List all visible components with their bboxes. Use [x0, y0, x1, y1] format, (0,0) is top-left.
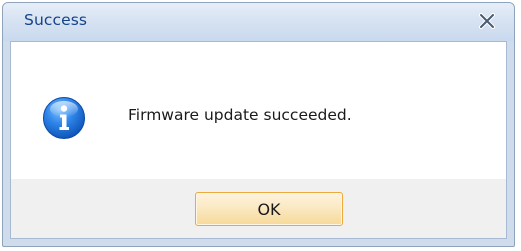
dialog-title: Success	[24, 11, 88, 29]
close-button[interactable]	[476, 10, 498, 32]
button-bar: OK	[11, 179, 506, 238]
message-area: Firmware update succeeded.	[11, 42, 506, 179]
ok-button[interactable]: OK	[195, 192, 343, 226]
close-icon	[479, 13, 495, 29]
success-dialog: Success Firmware update succeeded. OK	[2, 2, 515, 247]
dialog-message: Firmware update succeeded.	[128, 106, 352, 124]
info-icon	[43, 97, 85, 139]
dialog-client-area: Firmware update succeeded. OK	[10, 41, 507, 239]
title-bar[interactable]: Success	[3, 3, 514, 41]
